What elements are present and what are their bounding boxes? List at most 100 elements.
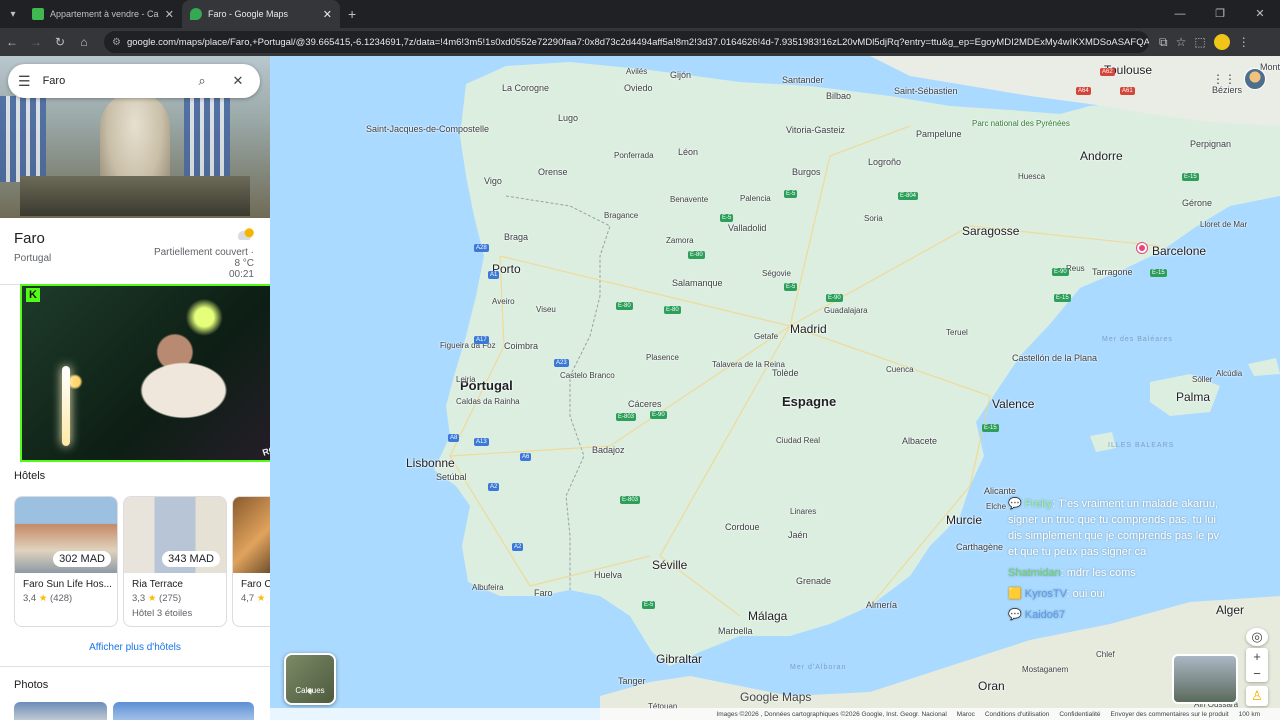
map-label[interactable]: Faro — [534, 588, 553, 598]
map-label[interactable]: Ponferrada — [614, 151, 654, 160]
map-label[interactable]: Vigo — [484, 176, 502, 186]
map-label[interactable]: Elche — [986, 502, 1006, 511]
map-label[interactable]: Albufeira — [472, 583, 504, 592]
home-icon[interactable]: ⌂ — [72, 35, 96, 49]
tab-search-icon[interactable]: ▾ — [2, 3, 24, 25]
map-label[interactable]: Saragosse — [962, 224, 1019, 238]
map-label[interactable]: Madrid — [790, 322, 827, 336]
footer-link-feedback[interactable]: Envoyer des commentaires sur le produit — [1111, 711, 1229, 718]
map-label[interactable]: Andorre — [1080, 149, 1123, 163]
map-label[interactable]: Teruel — [946, 328, 968, 337]
map-label[interactable]: La Corogne — [502, 83, 549, 93]
map-label[interactable]: Béziers — [1212, 85, 1242, 95]
install-icon[interactable]: ⧉ — [1159, 35, 1168, 50]
search-icon[interactable]: ⌕ — [190, 73, 214, 89]
map-label[interactable]: Linares — [790, 507, 816, 516]
account-avatar[interactable] — [1244, 68, 1266, 90]
map-label[interactable]: Benavente — [670, 195, 708, 204]
photo-thumb[interactable] — [14, 702, 107, 720]
map-label[interactable]: Palma — [1176, 390, 1210, 404]
map-label[interactable]: Guadalajara — [824, 306, 868, 315]
map-label[interactable]: Viseu — [536, 305, 556, 314]
map-label[interactable]: Ségovie — [762, 269, 791, 278]
profile-avatar[interactable] — [1213, 34, 1230, 50]
restore-icon[interactable]: ❐ — [1200, 0, 1240, 28]
close-icon[interactable]: ✕ — [226, 73, 250, 89]
footer-link-terms[interactable]: Conditions d'utilisation — [985, 711, 1049, 718]
search-box[interactable]: ☰ Faro ⌕ ✕ — [8, 64, 260, 98]
map-label[interactable]: Tarragone — [1092, 267, 1133, 277]
hotel-card[interactable]: 302 MAD Faro Sun Life Hos... 3,4 ★ (428) — [14, 496, 118, 627]
map-label[interactable]: Parc national des Pyrénées — [972, 119, 1070, 128]
extensions-icon[interactable]: ⬚ — [1194, 35, 1205, 49]
map-label[interactable]: Cuenca — [886, 365, 914, 374]
photo-thumb[interactable] — [113, 702, 254, 720]
map-label[interactable]: Ciudad Real — [776, 436, 820, 445]
footer-link-maroc[interactable]: Maroc — [957, 711, 975, 718]
map-label[interactable]: Oviedo — [624, 83, 653, 93]
map-label[interactable]: Tanger — [618, 676, 646, 686]
more-hotels-link[interactable]: Afficher plus d'hôtels — [0, 642, 270, 653]
map-label[interactable]: Albacete — [902, 436, 937, 446]
map-label[interactable]: Plasence — [646, 353, 679, 362]
zoom-in-icon[interactable]: + — [1246, 648, 1268, 665]
new-tab-icon[interactable]: + — [348, 6, 356, 22]
map-label[interactable]: Salamanque — [672, 278, 723, 288]
map-label[interactable]: Alicante — [984, 486, 1016, 496]
hamburger-menu-icon[interactable]: ☰ — [18, 73, 31, 90]
map-label[interactable]: Murcie — [946, 513, 982, 527]
scale-bar[interactable]: 100 km — [1239, 711, 1260, 718]
map-label[interactable]: Setúbal — [436, 472, 467, 482]
pegman-icon[interactable]: ♙ — [1246, 686, 1268, 706]
street-view-thumbnail[interactable] — [1172, 654, 1238, 704]
my-location-icon[interactable]: ◎ — [1246, 628, 1268, 646]
map-label[interactable]: Avilés — [626, 67, 647, 76]
map-label[interactable]: Grenade — [796, 576, 831, 586]
address-bar[interactable]: ⚙ google.com/maps/place/Faro,+Portugal/@… — [104, 31, 1149, 53]
tab-close-icon[interactable]: ✕ — [323, 8, 332, 21]
map-label[interactable]: Valladolid — [728, 223, 766, 233]
reload-icon[interactable]: ↻ — [48, 35, 72, 49]
map-label[interactable]: Caldas da Rainha — [456, 397, 520, 406]
map-label[interactable]: Carthagène — [956, 542, 1003, 552]
back-icon[interactable]: ← — [0, 35, 24, 49]
hotel-card[interactable]: 343 MAD Ria Terrace 3,3 ★ (275) Hôtel 3 … — [123, 496, 227, 627]
map-label[interactable]: Getafe — [754, 332, 778, 341]
map-label[interactable]: Gijón — [670, 70, 691, 80]
map-label[interactable]: Santander — [782, 75, 824, 85]
map-label[interactable]: Reus — [1066, 264, 1085, 273]
search-input[interactable]: Faro — [43, 75, 178, 87]
map-label[interactable]: Badajoz — [592, 445, 625, 455]
tab-faro-maps[interactable]: Faro - Google Maps ✕ — [182, 0, 340, 28]
map-label[interactable]: Leiria — [456, 375, 476, 384]
map-label[interactable]: Mostaganem — [1022, 665, 1068, 674]
map-label[interactable]: Logroño — [868, 157, 901, 167]
map-label[interactable]: Mer d'Alboran — [790, 664, 846, 671]
map-label[interactable]: Zamora — [666, 236, 694, 245]
barcelona-saved-pin-icon[interactable] — [1137, 243, 1147, 253]
map-label[interactable]: Jaén — [788, 530, 808, 540]
layers-button[interactable]: ◈ Calques — [284, 653, 336, 705]
map-label[interactable]: Bragance — [604, 211, 638, 220]
map-label[interactable]: Burgos — [792, 167, 821, 177]
map-label[interactable]: Gibraltar — [656, 652, 702, 666]
map-label[interactable]: Coimbra — [504, 341, 538, 351]
footer-link-privacy[interactable]: Confidentialité — [1059, 711, 1100, 718]
map-label[interactable]: Saint-Jacques-de-Compostelle — [366, 124, 489, 134]
map-label[interactable]: Saint-Sébastien — [894, 86, 958, 96]
site-info-icon[interactable]: ⚙ — [112, 37, 121, 48]
map-label[interactable]: Málaga — [748, 609, 787, 623]
map-label[interactable]: Huesca — [1018, 172, 1045, 181]
map-label[interactable]: Cáceres — [628, 399, 662, 409]
map-label[interactable]: Tolède — [772, 368, 799, 378]
menu-kebab-icon[interactable]: ⋮ — [1238, 35, 1250, 49]
map-label[interactable]: Valence — [992, 397, 1034, 411]
map-label[interactable]: Chlef — [1096, 650, 1115, 659]
map-label[interactable]: Castelo Branco — [560, 371, 615, 380]
map-label[interactable]: Marbella — [718, 626, 753, 636]
apps-grid-icon[interactable]: ⋮⋮ — [1212, 72, 1236, 86]
map-label[interactable]: Lugo — [558, 113, 578, 123]
map-label[interactable]: Lisbonne — [406, 456, 455, 470]
map-label[interactable]: Espagne — [782, 394, 836, 409]
map-canvas[interactable]: Saint-Jacques-de-Compostelle La Corogne Lu… — [270, 56, 1280, 720]
